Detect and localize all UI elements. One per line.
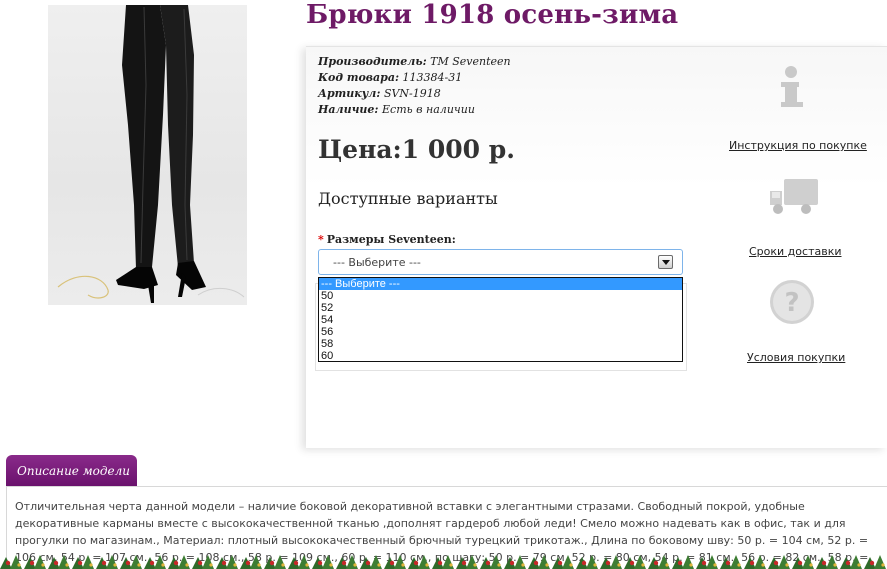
size-select-value: --- Выберите --- [333, 256, 421, 269]
info-icon [778, 65, 804, 114]
size-option[interactable]: 56 [319, 326, 682, 338]
required-mark: * [318, 233, 324, 246]
product-info-panel: Производитель: TM Seventeen Код товара: … [306, 46, 887, 448]
meta-availability: Наличие: Есть в наличии [318, 102, 511, 118]
meta-product-code: Код товара: 113384-31 [318, 70, 511, 86]
tab-description[interactable]: Описание модели [6, 455, 137, 486]
question-icon: ? [769, 279, 815, 330]
meta-value: Есть в наличии [382, 103, 475, 116]
size-option[interactable]: 58 [319, 338, 682, 350]
meta-label: Производитель: [318, 55, 427, 68]
size-label-text: Размеры Seventeen: [326, 233, 456, 246]
size-option[interactable]: 60 [319, 350, 682, 362]
meta-value: TM Seventeen [430, 55, 511, 68]
size-option[interactable]: 52 [319, 302, 682, 314]
meta-label: Наличие: [318, 103, 379, 116]
size-option[interactable]: 50 [319, 290, 682, 302]
meta-value: SVN-1918 [383, 87, 441, 100]
svg-text:?: ? [784, 288, 799, 318]
meta-manufacturer: Производитель: TM Seventeen [318, 54, 511, 70]
size-option[interactable]: 54 [319, 314, 682, 326]
product-meta: Производитель: TM Seventeen Код товара: … [318, 54, 511, 118]
size-label: * Размеры Seventeen: [318, 233, 456, 246]
meta-label: Артикул: [318, 87, 381, 100]
delivery-link[interactable]: Сроки доставки [749, 245, 842, 258]
size-option[interactable]: --- Выберите --- [319, 278, 682, 290]
meta-article: Артикул: SVN-1918 [318, 86, 511, 102]
product-image[interactable] [48, 5, 247, 305]
description-text: Отличительная черта данной модели – нали… [15, 500, 869, 569]
delivery-truck-icon [768, 177, 820, 222]
meta-label: Код товара: [318, 71, 400, 84]
conditions-link[interactable]: Условия покупки [747, 351, 845, 364]
product-price: Цена:1 000 р. [318, 135, 515, 164]
meta-value: 113384-31 [402, 71, 463, 84]
chevron-down-icon[interactable] [658, 255, 673, 269]
instruction-link[interactable]: Инструкция по покупке [729, 139, 867, 152]
product-title: Брюки 1918 осень-зима [306, 0, 679, 30]
variants-heading: Доступные варианты [318, 189, 498, 208]
size-select[interactable]: --- Выберите --- [318, 249, 683, 275]
size-dropdown[interactable]: --- Выберите --- 50 52 54 56 58 60 [318, 277, 683, 362]
